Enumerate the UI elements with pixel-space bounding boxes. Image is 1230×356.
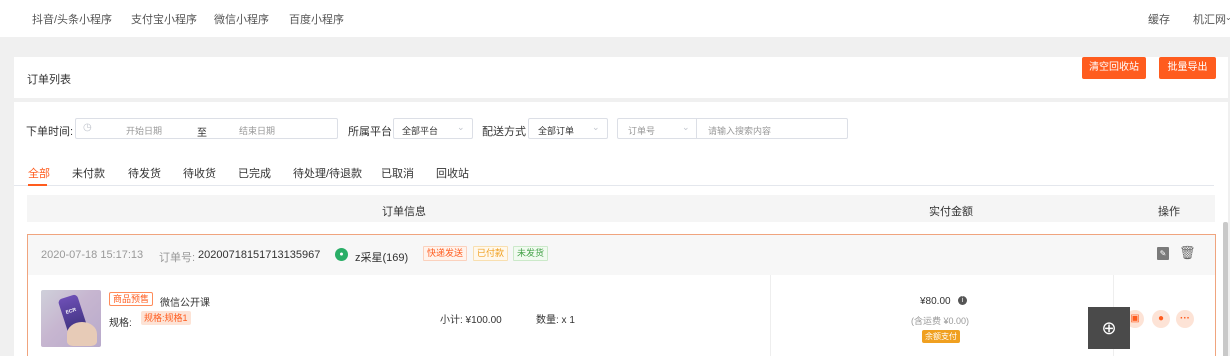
col-actions: 操作: [1158, 206, 1180, 218]
range-separator: 至: [197, 128, 207, 139]
thumb-text: ECR: [65, 306, 78, 316]
edit-note-icon[interactable]: ✎: [1157, 247, 1169, 260]
platform-select-value: 全部平台: [402, 126, 439, 136]
page-title: 订单列表: [27, 74, 71, 86]
delivery-label: 配送方式: [482, 126, 526, 138]
delivery-select-value: 全部订单: [538, 126, 575, 136]
order-card: 2020-07-18 15:17:13 订单号: 202007181517131…: [27, 234, 1216, 356]
presale-tag: 商品预售: [109, 292, 154, 306]
nav-baidu-miniapp[interactable]: 百度小程序: [289, 11, 344, 27]
hand-graphic: [67, 322, 97, 346]
order-status-tabs: 全部 未付款 待发货 待收货 已完成 待处理/待退款 已取消 回收站: [14, 165, 1214, 186]
chevron-down-icon: ⌄: [592, 122, 600, 132]
col-order-info: 订单信息: [382, 206, 426, 218]
search-group: 订单号 ⌄ 请输入搜索内容: [617, 118, 848, 139]
col-amount: 实付金额: [929, 206, 973, 218]
shipping-note: (含运费 ¥0.00): [911, 316, 970, 326]
delivery-select[interactable]: 全部订单 ⌄: [528, 118, 608, 139]
delivery-tag: 快递发送: [423, 246, 468, 261]
chevron-down-icon: ⌄: [682, 122, 690, 132]
search-field-value: 订单号: [628, 126, 656, 136]
nav-wechat-miniapp[interactable]: 微信小程序: [214, 11, 269, 27]
subtotal: 小计: ¥100.00: [440, 315, 502, 326]
tab-pending-refund[interactable]: 待处理/待退款: [293, 165, 362, 181]
buyer-name[interactable]: z采星(169): [355, 249, 408, 265]
tab-all[interactable]: 全部: [28, 165, 50, 181]
clear-recycle-bin-button[interactable]: 清空回收站: [1082, 57, 1146, 79]
end-date-input[interactable]: 结束日期: [239, 124, 275, 137]
page-header: 订单列表 清空回收站 批量导出: [14, 57, 1228, 98]
zoom-in-icon[interactable]: ⊕: [1088, 307, 1130, 349]
spec-label: 规格:: [109, 318, 132, 329]
quantity: 数量: x 1: [536, 315, 575, 326]
tab-recycle-bin[interactable]: 回收站: [436, 165, 469, 181]
clock-icon: ◷: [83, 122, 92, 133]
search-input[interactable]: 请输入搜索内容: [708, 124, 771, 137]
order-time-label: 下单时间:: [26, 126, 74, 138]
unshipped-tag: 未发货: [513, 246, 549, 261]
cache-link[interactable]: 缓存: [1148, 11, 1170, 27]
chevron-down-icon[interactable]: ⌄: [1225, 13, 1230, 22]
scrollbar[interactable]: [1223, 222, 1228, 356]
spec-value: 规格:规格1: [141, 311, 191, 325]
start-date-input[interactable]: 开始日期: [126, 124, 162, 137]
chat-icon[interactable]: ●: [1152, 310, 1170, 328]
tab-unpaid[interactable]: 未付款: [72, 165, 105, 181]
paid-tag: 已付款: [473, 246, 509, 261]
order-number: 20200718151713135967: [198, 249, 321, 261]
product-name[interactable]: 微信公开课: [160, 294, 210, 309]
order-no-label: 订单号:: [159, 252, 196, 264]
column-divider: [770, 275, 771, 356]
batch-export-button[interactable]: 批量导出: [1159, 57, 1216, 79]
order-time: 2020-07-18 15:17:13: [41, 249, 144, 261]
trash-icon[interactable]: 🗑: [1179, 245, 1196, 261]
paid-amount: ¥80.00: [920, 296, 951, 307]
nav-douyin-miniapp[interactable]: 抖音/头条小程序: [32, 11, 112, 27]
search-field-select[interactable]: 订单号 ⌄: [618, 119, 697, 138]
user-menu[interactable]: 机汇网: [1193, 11, 1226, 27]
info-icon[interactable]: i: [958, 296, 967, 305]
top-navigation: 抖音/头条小程序 支付宝小程序 微信小程序 百度小程序 缓存 机汇网 ⌄: [0, 0, 1230, 37]
order-header: 2020-07-18 15:17:13 订单号: 202007181517131…: [28, 235, 1215, 275]
order-list-panel: 下单时间: ◷ 开始日期 至 结束日期 所属平台 全部平台 ⌄ 配送方式 全部订…: [14, 102, 1228, 356]
tab-cancelled[interactable]: 已取消: [381, 165, 414, 181]
product-image[interactable]: ECR: [41, 290, 101, 347]
platform-select[interactable]: 全部平台 ⌄: [393, 118, 473, 139]
date-range-picker[interactable]: ◷ 开始日期 至 结束日期: [75, 118, 338, 139]
tab-completed[interactable]: 已完成: [238, 165, 271, 181]
tab-to-receive[interactable]: 待收货: [183, 165, 216, 181]
more-icon[interactable]: ···: [1176, 310, 1194, 328]
table-header: 订单信息 实付金额 操作: [27, 195, 1215, 222]
wechat-icon: ●: [335, 248, 348, 261]
active-tab-indicator: [28, 184, 47, 186]
payment-method-badge: 余额支付: [922, 330, 960, 343]
nav-alipay-miniapp[interactable]: 支付宝小程序: [131, 11, 197, 27]
tab-to-ship[interactable]: 待发货: [128, 165, 161, 181]
platform-label: 所属平台: [348, 126, 392, 138]
chevron-down-icon: ⌄: [457, 122, 465, 132]
